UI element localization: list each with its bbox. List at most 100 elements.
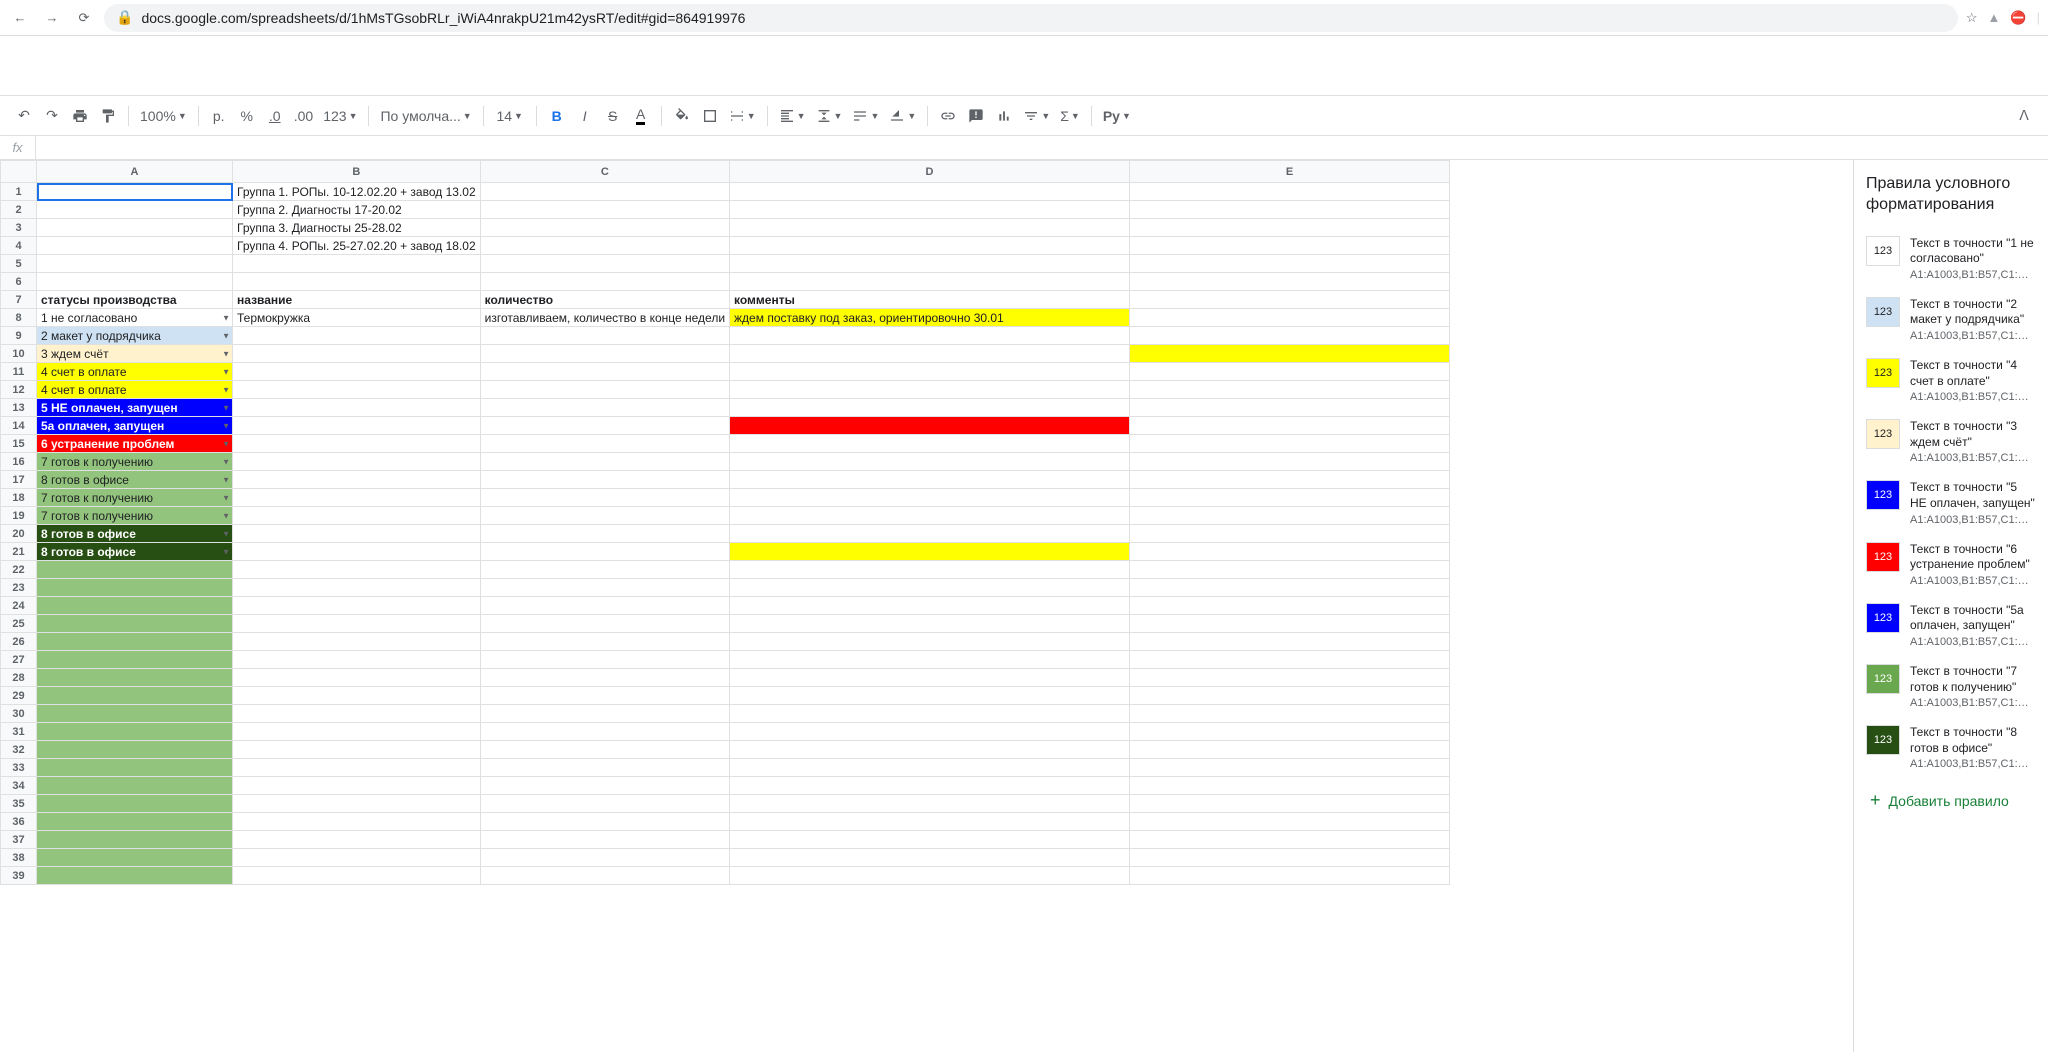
cell[interactable] <box>730 867 1130 885</box>
row-header[interactable]: 27 <box>1 651 37 669</box>
cell[interactable] <box>730 705 1130 723</box>
cell[interactable] <box>480 795 729 813</box>
row-header[interactable]: 18 <box>1 489 37 507</box>
cell[interactable] <box>480 417 729 435</box>
cell[interactable] <box>730 273 1130 291</box>
font-dropdown[interactable]: По умолча...▼ <box>377 103 474 129</box>
cell[interactable] <box>1130 327 1450 345</box>
sheet-area[interactable]: ABCDE1Группа 1. РОПы. 10-12.02.20 + заво… <box>0 160 1853 1052</box>
cell[interactable]: 7 готов к получению▼ <box>37 489 233 507</box>
cell[interactable] <box>730 453 1130 471</box>
cell[interactable] <box>1130 543 1450 561</box>
cell[interactable] <box>1130 309 1450 327</box>
format-rule[interactable]: 123 Текст в точности "7 готов к получени… <box>1866 656 2036 717</box>
cell[interactable] <box>1130 399 1450 417</box>
back-button[interactable]: ← <box>8 6 32 30</box>
cell[interactable] <box>233 579 481 597</box>
cell[interactable] <box>233 255 481 273</box>
cell[interactable] <box>233 669 481 687</box>
row-header[interactable]: 29 <box>1 687 37 705</box>
cell[interactable] <box>1130 867 1450 885</box>
cell[interactable] <box>37 813 233 831</box>
cell[interactable] <box>233 453 481 471</box>
cell[interactable] <box>37 273 233 291</box>
dropdown-arrow-icon[interactable]: ▼ <box>222 313 230 322</box>
row-header[interactable]: 34 <box>1 777 37 795</box>
row-header[interactable]: 31 <box>1 723 37 741</box>
row-header[interactable]: 21 <box>1 543 37 561</box>
strikethrough-button[interactable]: S <box>601 103 625 129</box>
cell[interactable] <box>480 561 729 579</box>
dropdown-arrow-icon[interactable]: ▼ <box>222 331 230 340</box>
cell[interactable] <box>37 795 233 813</box>
cell[interactable] <box>480 723 729 741</box>
cell[interactable]: Термокружка <box>233 309 481 327</box>
cell[interactable] <box>37 255 233 273</box>
adblock-icon[interactable]: ⛔ <box>2010 10 2026 26</box>
cell[interactable] <box>233 795 481 813</box>
cell[interactable] <box>233 759 481 777</box>
cell[interactable] <box>730 741 1130 759</box>
row-header[interactable]: 7 <box>1 291 37 309</box>
cell[interactable] <box>1130 417 1450 435</box>
cell[interactable] <box>1130 579 1450 597</box>
cell[interactable] <box>730 363 1130 381</box>
redo-button[interactable]: ↷ <box>40 103 64 129</box>
cell[interactable]: Группа 1. РОПы. 10-12.02.20 + завод 13.0… <box>233 183 481 201</box>
row-header[interactable]: 25 <box>1 615 37 633</box>
column-header[interactable]: D <box>730 161 1130 183</box>
cell[interactable] <box>480 651 729 669</box>
cell[interactable] <box>730 795 1130 813</box>
cell[interactable] <box>480 525 729 543</box>
select-all-corner[interactable] <box>1 161 37 183</box>
cell[interactable] <box>480 435 729 453</box>
cell[interactable] <box>37 705 233 723</box>
dropdown-arrow-icon[interactable]: ▼ <box>222 367 230 376</box>
cell[interactable] <box>480 399 729 417</box>
cell[interactable] <box>480 453 729 471</box>
link-button[interactable] <box>936 103 960 129</box>
cell[interactable] <box>37 561 233 579</box>
cell[interactable] <box>233 831 481 849</box>
cell[interactable]: 8 готов в офисе▼ <box>37 471 233 489</box>
cell[interactable] <box>730 849 1130 867</box>
cell[interactable] <box>1130 687 1450 705</box>
print-button[interactable] <box>68 103 92 129</box>
cell[interactable]: 5 НЕ оплачен, запущен▼ <box>37 399 233 417</box>
undo-button[interactable]: ↶ <box>12 103 36 129</box>
cell[interactable] <box>233 435 481 453</box>
increase-decimal-button[interactable]: .00 <box>291 103 316 129</box>
row-header[interactable]: 26 <box>1 633 37 651</box>
italic-button[interactable]: I <box>573 103 597 129</box>
cell[interactable] <box>730 327 1130 345</box>
cell[interactable] <box>37 669 233 687</box>
cell[interactable] <box>480 849 729 867</box>
cell[interactable] <box>1130 759 1450 777</box>
cell[interactable] <box>1130 237 1450 255</box>
cell[interactable] <box>480 831 729 849</box>
cell[interactable] <box>233 597 481 615</box>
cell[interactable] <box>480 579 729 597</box>
row-header[interactable]: 33 <box>1 759 37 777</box>
row-header[interactable]: 28 <box>1 669 37 687</box>
row-header[interactable]: 35 <box>1 795 37 813</box>
column-header[interactable]: A <box>37 161 233 183</box>
cell[interactable] <box>480 273 729 291</box>
cell[interactable]: название <box>233 291 481 309</box>
dropdown-arrow-icon[interactable]: ▼ <box>222 349 230 358</box>
cell[interactable] <box>233 705 481 723</box>
cell[interactable] <box>1130 777 1450 795</box>
cell[interactable] <box>233 867 481 885</box>
dropdown-arrow-icon[interactable]: ▼ <box>222 547 230 556</box>
cell[interactable] <box>730 255 1130 273</box>
cell[interactable] <box>480 543 729 561</box>
cell[interactable]: 1 не согласовано▼ <box>37 309 233 327</box>
format-rule[interactable]: 123 Текст в точности "5а оплачен, запуще… <box>1866 595 2036 656</box>
cell[interactable] <box>730 669 1130 687</box>
cell[interactable] <box>480 363 729 381</box>
row-header[interactable]: 11 <box>1 363 37 381</box>
cell[interactable]: количество <box>480 291 729 309</box>
text-color-button[interactable]: A <box>629 103 653 129</box>
cell[interactable] <box>233 489 481 507</box>
cell[interactable] <box>480 237 729 255</box>
